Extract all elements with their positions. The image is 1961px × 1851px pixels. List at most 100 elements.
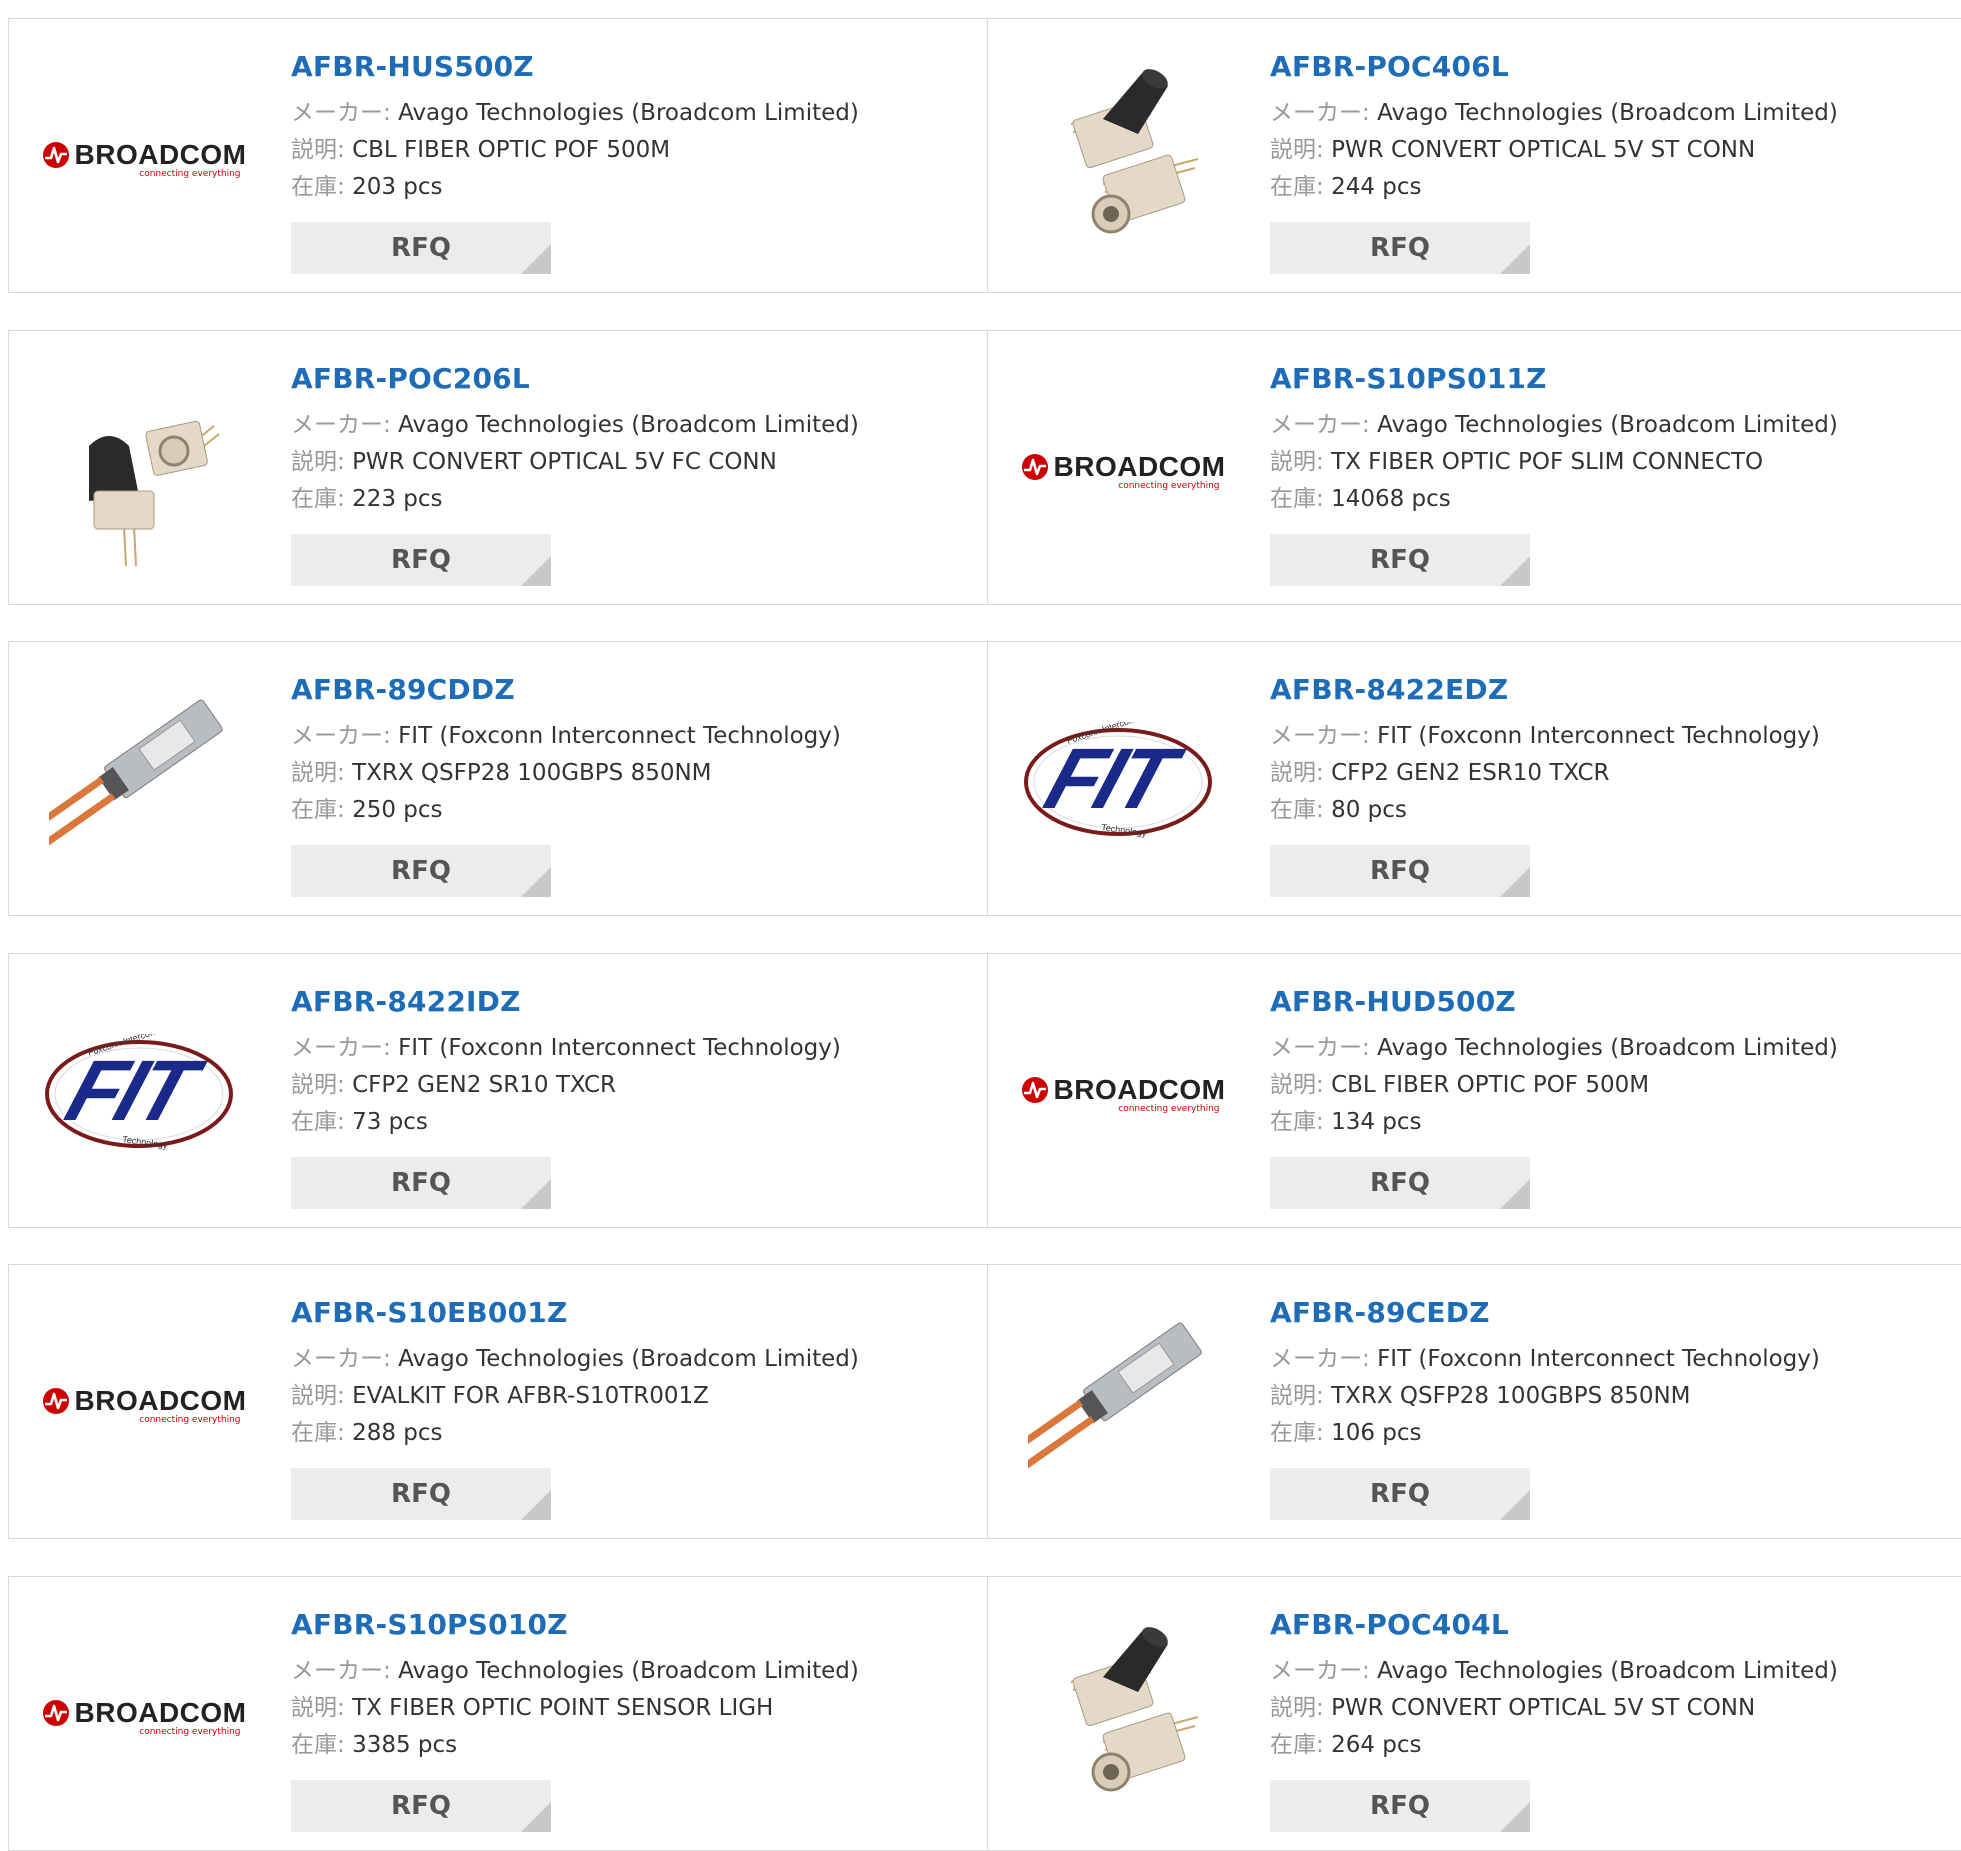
broadcom-wordmark: BROADCOM (1053, 450, 1226, 482)
rfq-button[interactable]: RFQ (1270, 1779, 1530, 1832)
product-info: AFBR-89CEDZ メーカー: FIT (Foxconn Interconn… (1270, 1295, 1956, 1452)
stock-label: 在庫: (291, 174, 345, 200)
stock-line: 在庫: 203 pcs (291, 169, 977, 206)
stock-label: 在庫: (1270, 174, 1324, 200)
part-number-link[interactable]: AFBR-89CEDZ (1270, 1295, 1956, 1331)
rfq-button[interactable]: RFQ (291, 1779, 551, 1832)
st-connector-photo (1070, 1626, 1199, 1791)
rfq-button[interactable]: RFQ (1270, 222, 1530, 274)
part-number-link[interactable]: AFBR-89CDDZ (291, 672, 977, 708)
part-number-link[interactable]: AFBR-S10PS010Z (291, 1607, 977, 1643)
product-image[interactable] (1023, 1617, 1223, 1817)
corner-triangle-icon (521, 1178, 551, 1209)
stock-value: 14068 pcs (1331, 485, 1451, 512)
maker-line: メーカー: FIT (Foxconn Interconnect Technolo… (291, 718, 977, 755)
rfq-label: RFQ (391, 1790, 451, 1821)
stock-label: 在庫: (1270, 797, 1324, 823)
rfq-label: RFQ (391, 233, 451, 263)
rfq-button[interactable]: RFQ (291, 1156, 551, 1209)
part-number-link[interactable]: AFBR-S10PS011Z (1270, 361, 1956, 397)
stock-line: 在庫: 73 pcs (291, 1104, 977, 1141)
maker-value: FIT (Foxconn Interconnect Technology) (398, 723, 841, 749)
description-value: CFP2 GEN2 SR10 TXCR (352, 1071, 617, 1098)
broadcom-logo: BROADCOM connecting everything (42, 1697, 247, 1737)
maker-line: メーカー: Avago Technologies (Broadcom Limit… (291, 1653, 977, 1690)
part-number-link[interactable]: AFBR-HUS500Z (291, 49, 977, 85)
description-line: 説明: PWR CONVERT OPTICAL 5V ST CONN (1270, 132, 1956, 169)
product-image[interactable] (1023, 1305, 1223, 1505)
rfq-button[interactable]: RFQ (1270, 533, 1530, 586)
product-card: AFBR-POC404L メーカー: Avago Technologies (B… (987, 1575, 1961, 1851)
rfq-button[interactable]: RFQ (1270, 845, 1530, 897)
description-line: 説明: EVALKIT FOR AFBR-S10TR001Z (291, 1378, 977, 1415)
product-info: AFBR-HUD500Z メーカー: Avago Technologies (B… (1270, 984, 1956, 1141)
description-value: TXRX QSFP28 100GBPS 850NM (1331, 1383, 1691, 1409)
rfq-button[interactable]: RFQ (1270, 1156, 1530, 1209)
description-label: 説明: (1270, 760, 1324, 786)
product-image[interactable] (44, 371, 244, 571)
maker-line: メーカー: Avago Technologies (Broadcom Limit… (291, 407, 977, 444)
stock-value: 244 pcs (1331, 174, 1422, 200)
broadcom-pulse-icon (1021, 1076, 1048, 1103)
description-label: 説明: (291, 1383, 345, 1409)
corner-triangle-icon (521, 244, 551, 274)
rfq-label: RFQ (391, 1167, 451, 1198)
stock-label: 在庫: (1270, 1420, 1324, 1446)
rfq-button[interactable]: RFQ (1270, 1468, 1530, 1520)
product-image[interactable]: BROADCOM connecting everything (42, 59, 246, 259)
corner-triangle-icon (1500, 244, 1530, 274)
maker-line: メーカー: Avago Technologies (Broadcom Limit… (1270, 1653, 1956, 1690)
description-value: PWR CONVERT OPTICAL 5V FC CONN (352, 448, 777, 475)
description-value: TXRX QSFP28 100GBPS 850NM (352, 760, 712, 786)
maker-label: メーカー: (1270, 1034, 1370, 1061)
part-number-link[interactable]: AFBR-POC206L (291, 361, 977, 397)
product-image[interactable]: BROADCOM connecting everything (42, 1617, 247, 1817)
product-row: BROADCOM connecting everything AFBR-HUS5… (0, 18, 1961, 293)
product-image[interactable] (44, 682, 244, 882)
part-number-link[interactable]: AFBR-POC406L (1270, 49, 1956, 85)
rfq-label: RFQ (1370, 544, 1430, 575)
description-line: 説明: PWR CONVERT OPTICAL 5V FC CONN (291, 444, 977, 481)
maker-value: Avago Technologies (Broadcom Limited) (398, 100, 859, 126)
stock-value: 288 pcs (352, 1420, 443, 1446)
broadcom-tagline: connecting everything (139, 1726, 241, 1737)
part-number-link[interactable]: AFBR-HUD500Z (1270, 984, 1956, 1020)
maker-line: メーカー: Avago Technologies (Broadcom Limit… (1270, 1030, 1956, 1067)
product-image[interactable]: BROADCOM connecting everything (1021, 994, 1225, 1194)
rfq-label: RFQ (1370, 1167, 1430, 1198)
product-image[interactable] (1023, 59, 1223, 259)
product-image[interactable]: FIT Foxconn Interconnect Technology (1023, 682, 1223, 882)
description-label: 説明: (1270, 448, 1324, 475)
rfq-button[interactable]: RFQ (291, 533, 551, 586)
product-info: AFBR-8422EDZ メーカー: FIT (Foxconn Intercon… (1270, 672, 1956, 829)
stock-value: 223 pcs (352, 485, 443, 512)
product-row: AFBR-89CDDZ メーカー: FIT (Foxconn Interconn… (0, 641, 1961, 916)
product-image[interactable]: BROADCOM connecting everything (42, 1305, 246, 1505)
rfq-button[interactable]: RFQ (291, 222, 551, 274)
stock-value: 134 pcs (1331, 1108, 1422, 1135)
product-card: BROADCOM connecting everything AFBR-HUS5… (8, 18, 988, 293)
corner-triangle-icon (1500, 555, 1530, 586)
product-image[interactable]: FIT Foxconn Interconnect Technology (44, 994, 244, 1194)
qsfp-module-photo (49, 699, 223, 848)
rfq-button[interactable]: RFQ (291, 845, 551, 897)
product-card: FIT Foxconn Interconnect Technology AFBR… (8, 952, 988, 1228)
part-number-link[interactable]: AFBR-8422IDZ (291, 984, 977, 1020)
description-line: 説明: CBL FIBER OPTIC POF 500M (291, 132, 977, 169)
stock-label: 在庫: (291, 1108, 345, 1135)
maker-line: メーカー: Avago Technologies (Broadcom Limit… (1270, 95, 1956, 132)
maker-value: FIT (Foxconn Interconnect Technology) (398, 1034, 841, 1061)
product-card: AFBR-89CDDZ メーカー: FIT (Foxconn Interconn… (8, 641, 988, 916)
stock-value: 106 pcs (1331, 1420, 1422, 1446)
product-image[interactable]: BROADCOM connecting everything (1021, 371, 1226, 571)
maker-label: メーカー: (1270, 411, 1370, 438)
stock-line: 在庫: 250 pcs (291, 792, 977, 829)
product-card: AFBR-POC206L メーカー: Avago Technologies (B… (8, 329, 988, 605)
rfq-label: RFQ (391, 856, 451, 886)
part-number-link[interactable]: AFBR-8422EDZ (1270, 672, 1956, 708)
rfq-button[interactable]: RFQ (291, 1468, 551, 1520)
part-number-link[interactable]: AFBR-S10EB001Z (291, 1295, 977, 1331)
description-value: EVALKIT FOR AFBR-S10TR001Z (352, 1383, 709, 1409)
part-number-link[interactable]: AFBR-POC404L (1270, 1607, 1956, 1643)
stock-label: 在庫: (1270, 1731, 1324, 1758)
